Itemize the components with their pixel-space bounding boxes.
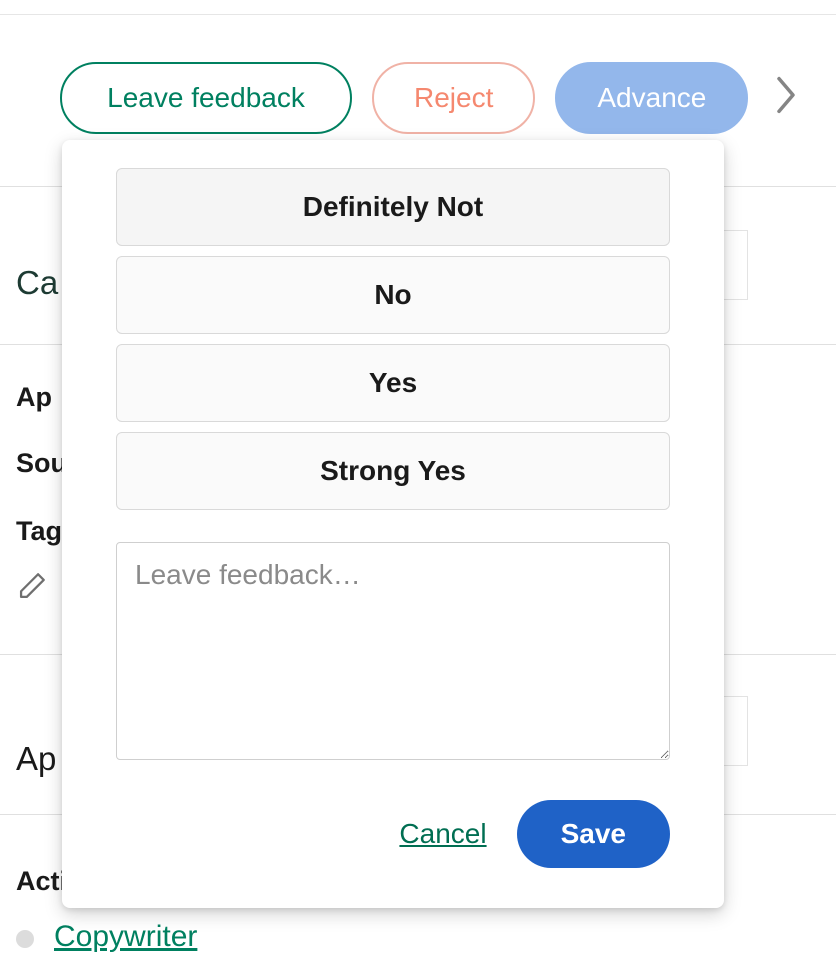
activity-status-dot-icon [16,930,34,948]
candidate-section-heading: Ca [16,264,58,302]
cancel-button[interactable]: Cancel [399,818,486,850]
feedback-popover: Definitely Not No Yes Strong Yes Cancel … [62,140,724,908]
save-button-label: Save [561,818,626,849]
feedback-textarea[interactable] [116,542,670,760]
edit-pencil-icon[interactable] [14,570,48,604]
reject-label: Reject [414,82,493,114]
save-button[interactable]: Save [517,800,670,868]
tag-field-label: Tag [16,516,62,547]
activity-copywriter-link[interactable]: Copywriter [54,920,197,954]
advance-button[interactable]: Advance [555,62,748,134]
next-candidate-icon[interactable] [772,74,800,123]
rating-option-strong-yes[interactable]: Strong Yes [116,432,670,510]
source-field-label: Sou [16,448,67,479]
popover-actions: Cancel Save [116,800,670,868]
candidate-action-bar: Leave feedback Reject Advance [60,62,836,134]
leave-feedback-label: Leave feedback [107,82,305,114]
reject-button[interactable]: Reject [372,62,535,134]
activity-heading: Acti [16,866,67,897]
advance-label: Advance [597,82,706,114]
rating-option-label: Strong Yes [320,455,466,487]
rating-option-definitely-not[interactable]: Definitely Not [116,168,670,246]
page-top-divider [0,14,836,15]
rating-option-label: No [374,279,411,311]
rating-option-label: Yes [369,367,417,399]
app-section-heading: Ap [16,740,56,778]
rating-option-yes[interactable]: Yes [116,344,670,422]
rating-option-no[interactable]: No [116,256,670,334]
leave-feedback-button[interactable]: Leave feedback [60,62,352,134]
app-field-label: Ap [16,382,52,413]
rating-option-label: Definitely Not [303,191,483,223]
